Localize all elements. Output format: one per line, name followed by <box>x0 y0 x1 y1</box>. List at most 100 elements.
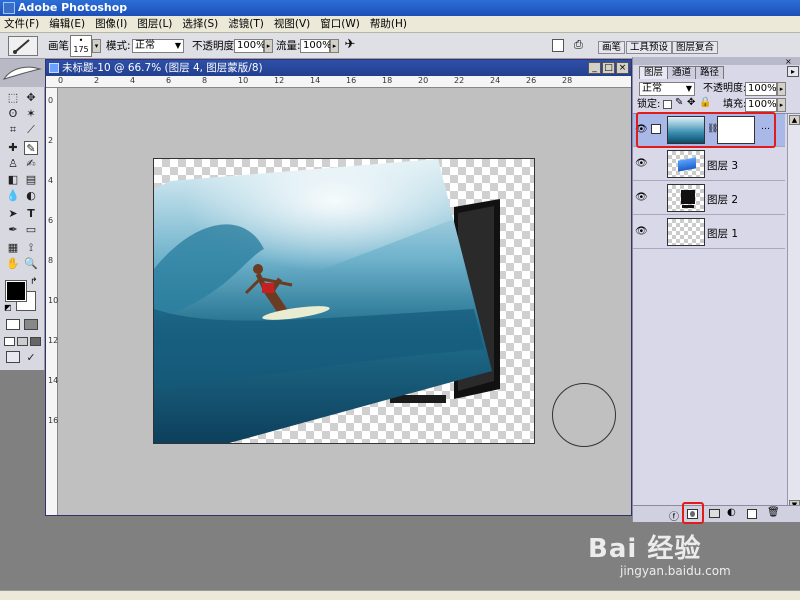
menu-window[interactable]: 窗口(W) <box>316 16 366 33</box>
flow-input[interactable]: 100% <box>300 39 332 53</box>
panel-menu-button[interactable]: ▸ <box>787 66 799 77</box>
eye-icon[interactable]: 👁 <box>635 226 648 238</box>
dock-tab-tool-presets[interactable]: 工具预设 <box>626 41 673 54</box>
opacity-slider-button[interactable]: ▸ <box>264 39 273 53</box>
brush-icon <box>13 39 30 54</box>
clone-stamp-tool-icon[interactable]: ♙ <box>6 157 20 171</box>
eye-icon[interactable]: 👁 <box>635 158 648 170</box>
menu-filter[interactable]: 滤镜(T) <box>224 16 270 33</box>
file-browser-icon[interactable] <box>552 39 564 52</box>
eye-icon[interactable]: 👁 <box>635 192 648 204</box>
menu-edit[interactable]: 编辑(E) <box>45 16 91 33</box>
document-title-bar[interactable]: 未标题-10 @ 66.7% (图层 4, 图层蒙版/8) _ □ × <box>46 60 631 76</box>
layers-panel: × 图层 通道 路径 ▸ 正常 ▼ 不透明度: 100% ▸ 锁定: ✎ ✥ 🔒… <box>632 57 800 524</box>
layer-thumbnail-monitor[interactable] <box>667 184 705 212</box>
hand-tool-icon[interactable]: ✋ <box>6 257 20 271</box>
menu-help[interactable]: 帮助(H) <box>366 16 413 33</box>
tab-layers[interactable]: 图层 <box>639 66 669 79</box>
screen-mode-standard-icon[interactable] <box>4 337 15 346</box>
gradient-tool-icon[interactable]: ▤ <box>24 173 38 187</box>
brush-dropdown-arrow[interactable]: ▾ <box>92 39 101 53</box>
shape-tool-icon[interactable]: ▭ <box>24 223 38 237</box>
lock-all-icon[interactable]: 🔒 <box>699 97 711 108</box>
menu-select[interactable]: 选择(S) <box>178 16 224 33</box>
slice-tool-icon[interactable]: ⟋ <box>24 123 38 137</box>
layer-thumbnail-empty[interactable] <box>667 218 705 246</box>
tab-paths[interactable]: 路径 <box>695 66 725 79</box>
eyedropper-tool-icon[interactable]: ⟟ <box>24 241 38 255</box>
ruler-tick: 28 <box>562 76 573 85</box>
airbrush-icon[interactable]: ✈ <box>342 37 358 53</box>
screen-mode-full-icon[interactable] <box>30 337 41 346</box>
thumb-stand <box>682 205 694 208</box>
menu-layer[interactable]: 图层(L) <box>133 16 178 33</box>
jump-to-imageready-icon[interactable] <box>6 351 20 363</box>
standard-mode-icon[interactable] <box>6 319 20 330</box>
panel-close-icon[interactable]: × <box>785 57 792 66</box>
status-bar <box>0 590 800 600</box>
dodge-tool-icon[interactable]: ◐ <box>24 189 38 203</box>
type-tool-icon[interactable]: T <box>24 207 38 221</box>
layer-thumbnail-sky[interactable] <box>667 150 705 178</box>
path-selection-tool-icon[interactable]: ➤ <box>6 207 20 221</box>
mode-select[interactable]: 正常 ▼ <box>132 39 184 53</box>
eraser-tool-icon[interactable]: ◧ <box>6 173 20 187</box>
maximize-button[interactable]: □ <box>602 62 615 74</box>
close-button[interactable]: × <box>616 62 629 74</box>
lock-position-icon[interactable]: ✥ <box>687 97 695 108</box>
brush-size: 175 <box>73 45 89 54</box>
opacity-input[interactable]: 100% <box>234 39 266 53</box>
menu-view[interactable]: 视图(V) <box>270 16 316 33</box>
palette-well-icon[interactable]: ⎙ <box>574 38 590 52</box>
ruler-tick: 14 <box>310 76 321 85</box>
flow-slider-button[interactable]: ▸ <box>330 39 339 53</box>
layer-opacity-input[interactable]: 100% <box>745 82 777 96</box>
lock-image-icon[interactable]: ✎ <box>675 97 683 108</box>
swap-colors-icon[interactable]: ↱ <box>30 277 38 287</box>
ruler-tick: 8 <box>202 76 208 85</box>
scroll-up-button[interactable]: ▲ <box>789 115 800 125</box>
new-layer-icon[interactable] <box>747 509 757 519</box>
feather-logo-icon <box>2 66 42 80</box>
lock-transparency-icon[interactable] <box>663 100 672 109</box>
layer-row-3[interactable]: 👁 图层 3 <box>633 148 785 181</box>
layer-opacity-slider-button[interactable]: ▸ <box>777 82 786 96</box>
tool-preset-picker[interactable] <box>8 36 38 56</box>
layer-list-scrollbar[interactable]: ▲ ▼ <box>787 114 800 514</box>
default-colors-icon[interactable]: ◩ <box>4 303 12 312</box>
image-canvas[interactable] <box>153 158 535 444</box>
notes-tool-icon[interactable]: ▦ <box>6 241 20 255</box>
brush-tool-icon[interactable]: ✎ <box>24 141 38 155</box>
fill-slider-button[interactable]: ▸ <box>777 98 786 112</box>
history-brush-tool-icon[interactable]: ✍ <box>24 157 38 171</box>
magic-wand-tool-icon[interactable]: ✶ <box>24 107 38 121</box>
fill-input[interactable]: 100% <box>745 98 777 112</box>
brush-size-picker[interactable]: • 175 <box>70 35 92 57</box>
lasso-tool-icon[interactable]: ʘ <box>6 107 20 121</box>
quick-mask-mode-icon[interactable] <box>24 319 38 330</box>
dock-tab-brushes[interactable]: 画笔 <box>598 41 626 54</box>
healing-brush-tool-icon[interactable]: ✚ <box>6 141 20 155</box>
menu-file[interactable]: 文件(F) <box>0 16 45 33</box>
adjustment-layer-icon[interactable]: ◐ <box>727 507 736 518</box>
screen-mode-menu-icon[interactable] <box>17 337 28 346</box>
zoom-tool-icon[interactable]: 🔍 <box>24 257 38 271</box>
foreground-color-swatch[interactable] <box>5 280 27 302</box>
move-tool-icon[interactable]: ✥ <box>24 91 38 105</box>
tab-channels[interactable]: 通道 <box>667 66 697 79</box>
layer-row-2[interactable]: 👁 图层 2 <box>633 182 785 215</box>
pen-tool-icon[interactable]: ✒ <box>6 223 20 237</box>
imageready-icon[interactable]: ✓ <box>24 351 38 365</box>
blur-tool-icon[interactable]: 💧 <box>6 189 20 203</box>
blend-mode-select[interactable]: 正常 ▼ <box>639 82 695 96</box>
trash-icon[interactable]: 🗑 <box>767 507 780 518</box>
panel-grip[interactable] <box>633 57 800 65</box>
crop-tool-icon[interactable]: ⌗ <box>6 123 20 137</box>
menu-image[interactable]: 图像(I) <box>91 16 133 33</box>
layer-style-icon[interactable]: ⓕ <box>669 508 679 523</box>
dock-tab-layer-comps[interactable]: 图层复合 <box>672 41 719 54</box>
minimize-button[interactable]: _ <box>588 62 601 74</box>
marquee-tool-icon[interactable]: ⬚ <box>6 91 20 105</box>
new-group-icon[interactable] <box>709 509 720 518</box>
layer-row-1[interactable]: 👁 图层 1 <box>633 216 785 249</box>
